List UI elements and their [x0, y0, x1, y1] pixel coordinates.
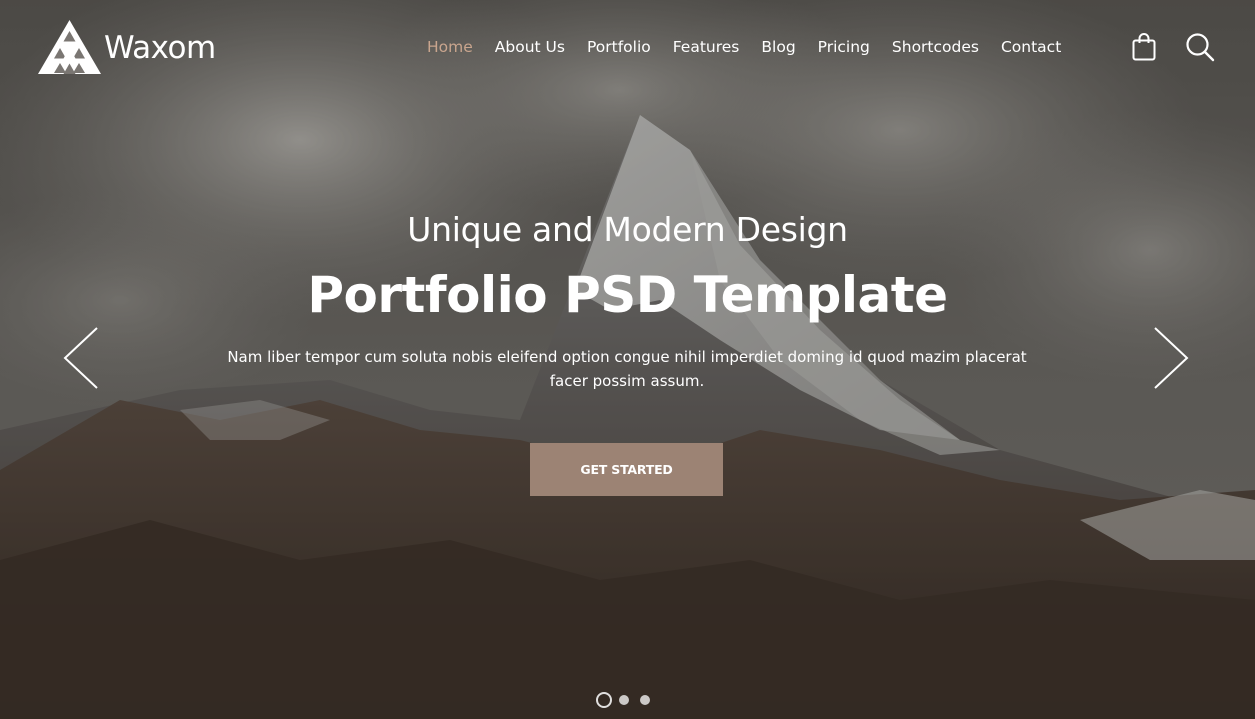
triangle-logo-icon — [38, 20, 101, 74]
chevron-left-icon[interactable] — [61, 326, 101, 390]
nav-item-portfolio[interactable]: Portfolio — [587, 38, 651, 56]
slider-pagination — [596, 692, 661, 708]
hero-slider: Waxom Home About Us Portfolio Features B… — [0, 0, 1255, 719]
get-started-button[interactable]: GET STARTED — [530, 443, 723, 496]
hero-subtitle: Unique and Modern Design — [407, 210, 848, 249]
nav-item-home[interactable]: Home — [427, 38, 473, 56]
search-icon[interactable] — [1185, 32, 1215, 62]
slider-dot-3[interactable] — [640, 695, 650, 705]
slider-dot-2[interactable] — [619, 695, 629, 705]
brand-logo[interactable]: Waxom — [38, 20, 216, 74]
nav-item-blog[interactable]: Blog — [761, 38, 795, 56]
shopping-bag-icon[interactable] — [1131, 33, 1157, 61]
brand-name: Waxom — [104, 29, 216, 66]
hero-title: Portfolio PSD Template — [307, 266, 948, 324]
hero-description: Nam liber tempor cum soluta nobis eleife… — [227, 348, 1027, 390]
nav-item-features[interactable]: Features — [673, 38, 740, 56]
nav-item-pricing[interactable]: Pricing — [818, 38, 870, 56]
chevron-right-icon[interactable] — [1151, 326, 1191, 390]
nav-item-shortcodes[interactable]: Shortcodes — [892, 38, 979, 56]
slider-dot-1[interactable] — [596, 692, 612, 708]
main-nav: Home About Us Portfolio Features Blog Pr… — [416, 36, 1072, 58]
nav-item-about-us[interactable]: About Us — [495, 38, 565, 56]
nav-item-contact[interactable]: Contact — [1001, 38, 1061, 56]
